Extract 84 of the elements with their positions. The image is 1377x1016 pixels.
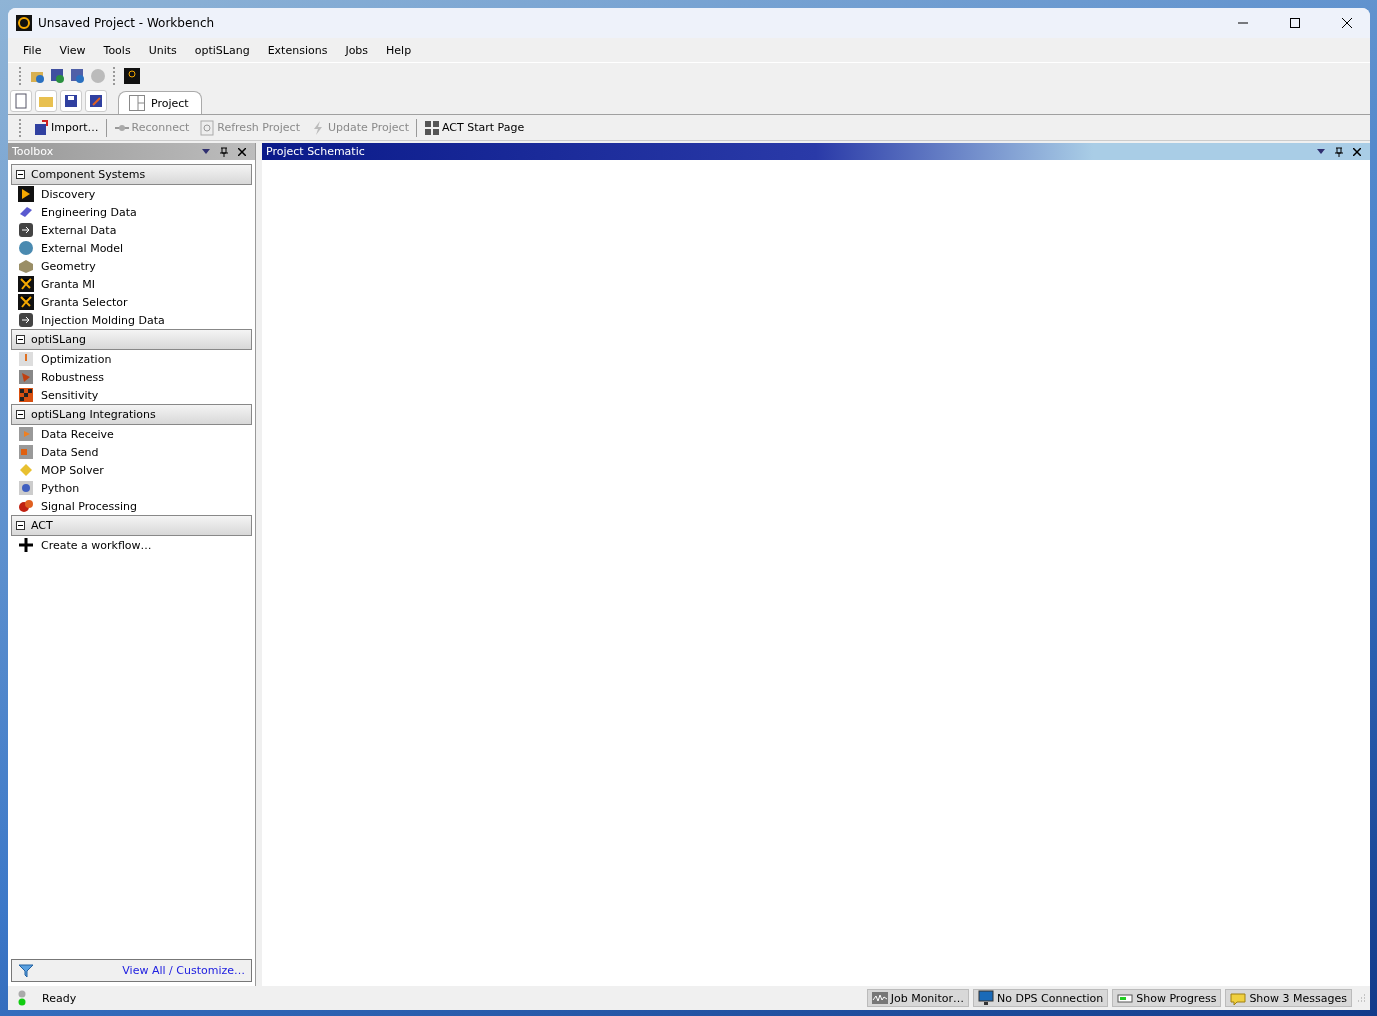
view-all-link[interactable]: View All / Customize… [122, 964, 245, 977]
play-icon [18, 186, 34, 202]
filter-icon [18, 962, 34, 979]
toolbox-item[interactable]: Data Send [41, 445, 99, 459]
monitor-icon [977, 990, 994, 1006]
section-header[interactable]: optiSLang Integrations [11, 404, 252, 425]
toolbox-item[interactable]: Sensitivity [41, 388, 99, 402]
page-icon [14, 93, 28, 109]
menu-item[interactable]: View [50, 43, 95, 57]
toolbox-item[interactable]: Signal Processing [41, 499, 138, 513]
signal-icon [18, 498, 34, 514]
arrow-in-icon [18, 222, 34, 238]
toolbox-item[interactable]: Engineering Data [41, 205, 137, 219]
toolbox-item[interactable]: MOP Solver [41, 463, 104, 477]
status-button[interactable]: No DPS Connection [972, 989, 1109, 1007]
menu-item[interactable]: Jobs [336, 43, 378, 57]
caret-icon [202, 149, 210, 154]
toolbox-item[interactable]: External Data [41, 223, 117, 237]
layout-icon [129, 95, 145, 111]
menu-item[interactable]: File [14, 43, 51, 57]
python-icon [18, 480, 34, 496]
toolbox-item[interactable]: Optimization [41, 352, 112, 366]
toolbox-item[interactable]: Discovery [41, 187, 96, 201]
toolbox-item[interactable]: Granta MI [41, 277, 96, 291]
status-button[interactable]: Job Monitor… [866, 989, 969, 1007]
grid-icon [423, 119, 440, 136]
toolbox-item[interactable]: Robustness [41, 370, 105, 384]
network-icon [18, 276, 34, 292]
toolbox-item[interactable]: Create a workflow… [41, 538, 152, 552]
close-icon [1353, 147, 1361, 156]
toolbox-item[interactable]: Injection Molding Data [41, 313, 165, 327]
toolbar-button[interactable]: Import… [30, 119, 102, 136]
menu-item[interactable]: Units [139, 43, 186, 57]
status-button[interactable]: Show Progress [1112, 989, 1222, 1007]
toolbar-button[interactable]: ACT Start Page [420, 119, 528, 136]
optimization-icon [18, 351, 34, 367]
app-logo-icon [16, 15, 32, 31]
activity-icon [871, 990, 888, 1006]
arrow-in-icon [18, 312, 34, 328]
disk-pen-icon [89, 94, 103, 108]
optislang-logo-icon [124, 67, 140, 84]
send-icon [18, 444, 34, 460]
diamond-icon [18, 462, 34, 478]
project-tab[interactable]: Project [118, 91, 202, 114]
save-as-button[interactable] [85, 90, 107, 112]
status-text: Ready [42, 991, 78, 1005]
section-header[interactable]: Component Systems [11, 164, 252, 185]
toolbox-item[interactable]: External Model [41, 241, 124, 255]
speech-bubble-icon [1230, 990, 1247, 1006]
collapse-icon [16, 170, 25, 179]
collapse-icon [16, 410, 25, 419]
pane-title: Project Schematic [266, 145, 366, 158]
menu-item[interactable]: optiSLang [185, 43, 259, 57]
network-icon [18, 294, 34, 310]
menu-item[interactable]: Help [377, 43, 421, 57]
receive-icon [18, 426, 34, 442]
menu-item[interactable]: Tools [94, 43, 140, 57]
resize-grip-icon[interactable] [1356, 993, 1366, 1003]
close-icon [238, 147, 246, 156]
pane-title: Toolbox [12, 145, 55, 158]
section-header[interactable]: optiSLang [11, 329, 252, 350]
toolbox-item[interactable]: Geometry [41, 259, 96, 273]
plus-icon [18, 537, 34, 553]
pin-icon [220, 146, 228, 157]
caret-icon [1317, 149, 1325, 154]
robustness-icon [18, 369, 34, 385]
folder-icon [38, 94, 54, 108]
maximize-icon [1290, 18, 1300, 28]
collapse-icon [16, 335, 25, 344]
checker-icon [18, 387, 34, 403]
window-title: Unsaved Project - Workbench [38, 16, 216, 30]
refresh-icon [199, 119, 216, 136]
status-button[interactable]: Show 3 Messages [1225, 989, 1352, 1007]
save-button[interactable] [60, 90, 82, 112]
toolbox-item[interactable]: Python [41, 481, 80, 495]
section-header[interactable]: ACT [11, 515, 252, 536]
menu-item[interactable]: Extensions [258, 43, 337, 57]
collapse-icon [16, 521, 25, 530]
toolbox-item[interactable]: Granta Selector [41, 295, 128, 309]
pin-icon [1335, 146, 1343, 157]
toolbox-item[interactable]: Data Receive [41, 427, 114, 441]
import-icon [33, 119, 49, 136]
book-icon [18, 204, 34, 220]
close-icon [1342, 18, 1352, 28]
